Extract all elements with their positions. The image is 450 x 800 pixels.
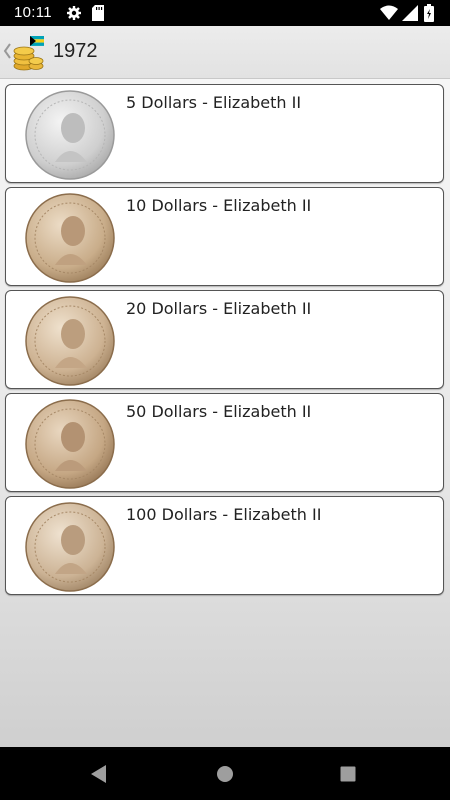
recents-square-icon[interactable]: [340, 766, 356, 782]
coin-list: 5 Dollars - Elizabeth II 10 Dollars - El…: [5, 84, 445, 599]
gold-coin-image: [25, 193, 115, 283]
coin-card-50-dollars[interactable]: 50 Dollars - Elizabeth II: [5, 393, 444, 492]
gold-coin-image: [25, 399, 115, 489]
navigation-bar: [0, 747, 450, 800]
gold-coin-image: [25, 296, 115, 386]
content-area: 5 Dollars - Elizabeth II 10 Dollars - El…: [0, 79, 450, 747]
coin-title: 20 Dollars - Elizabeth II: [126, 299, 312, 318]
coin-card-20-dollars[interactable]: 20 Dollars - Elizabeth II: [5, 290, 444, 389]
gear-icon: [67, 6, 81, 20]
status-time: 10:11: [14, 4, 52, 21]
chevron-left-icon[interactable]: [3, 42, 11, 60]
status-bar: 10:11: [0, 0, 450, 26]
coin-card-10-dollars[interactable]: 10 Dollars - Elizabeth II: [5, 187, 444, 286]
signal-icon: [402, 5, 418, 21]
home-circle-icon[interactable]: [216, 765, 234, 783]
app-bar: 1972: [0, 26, 450, 79]
coin-card-5-dollars[interactable]: 5 Dollars - Elizabeth II: [5, 84, 444, 183]
app-logo-icon[interactable]: [12, 34, 44, 72]
silver-coin-image: [25, 90, 115, 180]
coin-title: 10 Dollars - Elizabeth II: [126, 196, 312, 215]
coin-title: 50 Dollars - Elizabeth II: [126, 402, 312, 421]
wifi-icon: [380, 5, 398, 20]
battery-icon: [424, 4, 434, 22]
page-title: 1972: [53, 40, 98, 62]
sd-card-icon: [92, 5, 104, 21]
coin-card-100-dollars[interactable]: 100 Dollars - Elizabeth II: [5, 496, 444, 595]
coin-title: 5 Dollars - Elizabeth II: [126, 93, 302, 112]
coin-title: 100 Dollars - Elizabeth II: [126, 505, 322, 524]
gold-coin-image: [25, 502, 115, 592]
back-triangle-icon[interactable]: [90, 764, 108, 784]
